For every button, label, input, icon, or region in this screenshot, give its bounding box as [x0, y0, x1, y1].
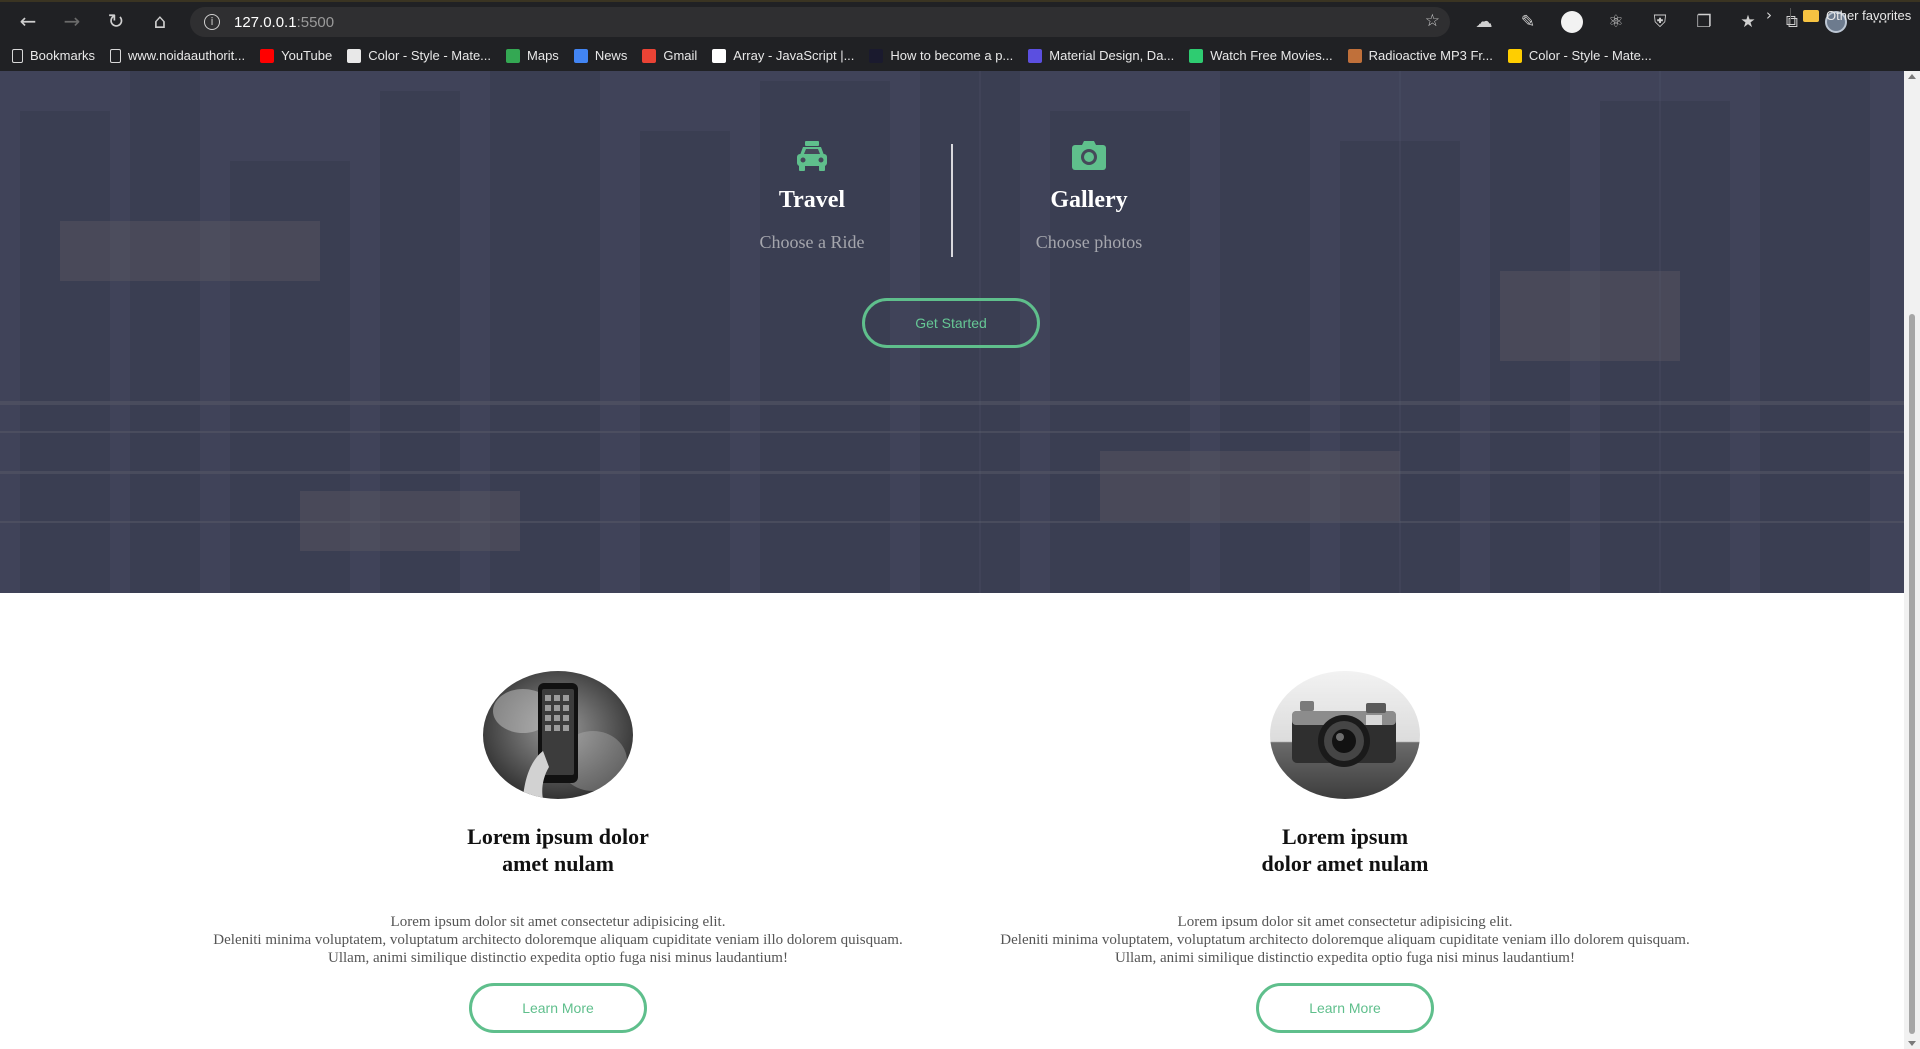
pen-extension-icon[interactable]: ✎	[1506, 2, 1550, 42]
bookmark-item[interactable]: How to become a p...	[869, 48, 1013, 63]
card-title-line: Lorem ipsum	[1281, 824, 1409, 849]
bookmark-label: www.noidaauthorit...	[128, 48, 246, 63]
bookmark-label: Radioactive MP3 Fr...	[1368, 48, 1493, 63]
folder-icon	[1803, 9, 1819, 22]
back-arrow-icon[interactable]: ←	[6, 1, 50, 41]
youtube-icon	[260, 48, 275, 63]
feature-subtitle: Choose photos	[1035, 232, 1143, 252]
bookmark-label: Maps	[527, 48, 559, 63]
hero-section: Travel Choose a Ride Gallery Choose phot…	[0, 71, 1904, 593]
card-description-line: Lorem ipsum dolor sit amet consectetur a…	[390, 914, 726, 930]
info-icon[interactable]: i	[204, 14, 220, 30]
bookmark-label: Watch Free Movies...	[1210, 48, 1333, 63]
card-title-line: amet nulam	[502, 851, 614, 876]
how-to-icon	[869, 48, 884, 63]
gmail-icon	[642, 48, 657, 63]
card-description: Lorem ipsum dolor sit amet consectetur a…	[965, 913, 1725, 967]
info-card: Lorem ipsum dolor amet nulam Lorem ipsum…	[178, 671, 938, 1033]
smartphone-photo	[483, 671, 633, 799]
reload-icon[interactable]: ↻	[94, 1, 138, 41]
bookmark-item[interactable]: Watch Free Movies...	[1189, 48, 1333, 63]
taxi-icon	[672, 139, 952, 175]
card-description-line: Deleniti minima voluptatem, voluptatum a…	[213, 932, 903, 948]
page-icon	[110, 48, 122, 63]
feature-title: Gallery	[1050, 187, 1128, 213]
paw-icon	[1347, 48, 1362, 63]
favorites-icon[interactable]: ★	[1726, 2, 1770, 42]
card-description-line: Deleniti minima voluptatem, voluptatum a…	[1000, 932, 1690, 948]
feature-subtitle: Choose a Ride	[759, 232, 865, 252]
url-host: 127.0.0.1	[234, 13, 297, 31]
card-title-line: dolor amet nulam	[1261, 851, 1429, 876]
url-port: :5500	[296, 13, 335, 31]
bookmark-item[interactable]: Array - JavaScript |...	[712, 48, 854, 63]
bookmark-item[interactable]: www.noidaauthorit...	[110, 48, 245, 63]
cloud-extension-icon[interactable]: ☁	[1462, 2, 1506, 42]
maps-icon	[506, 48, 521, 63]
bookmark-label: News	[594, 48, 628, 63]
other-favorites-label: Other favorites	[1826, 8, 1912, 23]
scroll-down-icon[interactable]	[1908, 1041, 1916, 1046]
divider	[1790, 8, 1791, 24]
bookmark-label: Bookmarks	[30, 48, 96, 63]
camera-icon	[949, 139, 1229, 175]
bookmark-label: Color - Style - Mate...	[368, 48, 492, 63]
card-description: Lorem ipsum dolor sit amet consectetur a…	[178, 913, 938, 967]
other-favorites[interactable]: Other favorites	[1803, 0, 1911, 31]
card-description-line: Ullam, animi similique distinctio expedi…	[328, 950, 788, 966]
material-icon	[347, 48, 362, 63]
forward-arrow-icon[interactable]: →	[50, 1, 94, 41]
bookmark-item[interactable]: Maps	[506, 48, 559, 63]
learn-more-button[interactable]: Learn More	[1256, 983, 1434, 1033]
bookmark-label: Gmail	[663, 48, 698, 63]
react-extension-icon[interactable]: ⚛	[1594, 2, 1638, 42]
get-started-button[interactable]: Get Started	[862, 298, 1040, 348]
vertical-scrollbar[interactable]	[1904, 71, 1920, 1049]
card-description-line: Lorem ipsum dolor sit amet consectetur a…	[1177, 914, 1513, 930]
flag-icon	[1507, 48, 1522, 63]
bookmark-item[interactable]: Material Design, Da...	[1028, 48, 1174, 63]
bookmark-item[interactable]: Color - Style - Mate...	[1507, 48, 1652, 63]
bookmark-item[interactable]: News	[573, 48, 628, 63]
address-bar[interactable]: i 127.0.0.1:5500 ☆	[190, 7, 1450, 37]
bookmark-item[interactable]: YouTube	[260, 48, 332, 63]
card-title: Lorem ipsum dolor amet nulam	[965, 823, 1725, 877]
scroll-up-icon[interactable]	[1908, 74, 1916, 79]
page-icon	[12, 48, 23, 63]
card-description-line: Ullam, animi similique distinctio expedi…	[1115, 950, 1575, 966]
bookmark-item[interactable]: Radioactive MP3 Fr...	[1347, 48, 1493, 63]
bookmarks-bar: Bookmarks www.noidaauthorit... YouTube Colo…	[0, 40, 1920, 71]
learn-more-button[interactable]: Learn More	[469, 983, 647, 1033]
bookmark-label: How to become a p...	[890, 48, 1014, 63]
browser-toolbar: ← → ↻ ⌂ i 127.0.0.1:5500 ☆ ☁ ✎ ⚛ ⛨ ❐ ★ ⧉…	[0, 0, 1920, 40]
mdn-icon	[712, 48, 727, 63]
shield-extension-icon[interactable]: ⛨	[1638, 2, 1682, 42]
bookmark-label: Material Design, Da...	[1049, 48, 1175, 63]
vp-icon	[1028, 48, 1043, 63]
feature-title: Travel	[778, 187, 846, 213]
add-favorite-icon[interactable]: ☆	[1425, 11, 1440, 31]
feature-gallery[interactable]: Gallery Choose photos	[949, 139, 1229, 253]
card-title: Lorem ipsum dolor amet nulam	[178, 823, 938, 877]
feature-travel[interactable]: Travel Choose a Ride	[672, 139, 952, 253]
bookmark-item[interactable]: Bookmarks	[12, 48, 95, 63]
scrollbar-thumb[interactable]	[1909, 314, 1915, 1034]
bookmark-label: YouTube	[281, 48, 333, 63]
info-card: Lorem ipsum dolor amet nulam Lorem ipsum…	[965, 671, 1725, 1033]
card-title-line: Lorem ipsum dolor	[467, 824, 649, 849]
news-icon	[573, 48, 588, 63]
bookmark-item[interactable]: Gmail	[642, 48, 697, 63]
bookmark-item[interactable]: Color - Style - Mate...	[347, 48, 491, 63]
home-icon[interactable]: ⌂	[138, 1, 182, 41]
bookmark-label: Color - Style - Mate...	[1528, 48, 1652, 63]
chevron-right-icon[interactable]: ›	[1766, 0, 1772, 31]
bookmark-label: Array - JavaScript |...	[733, 48, 855, 63]
circle-extension-icon[interactable]	[1550, 2, 1594, 42]
play-icon	[1189, 48, 1204, 63]
page-viewport: Travel Choose a Ride Gallery Choose phot…	[0, 71, 1904, 1049]
camera-photo	[1270, 671, 1420, 799]
copy-extension-icon[interactable]: ❐	[1682, 2, 1726, 42]
